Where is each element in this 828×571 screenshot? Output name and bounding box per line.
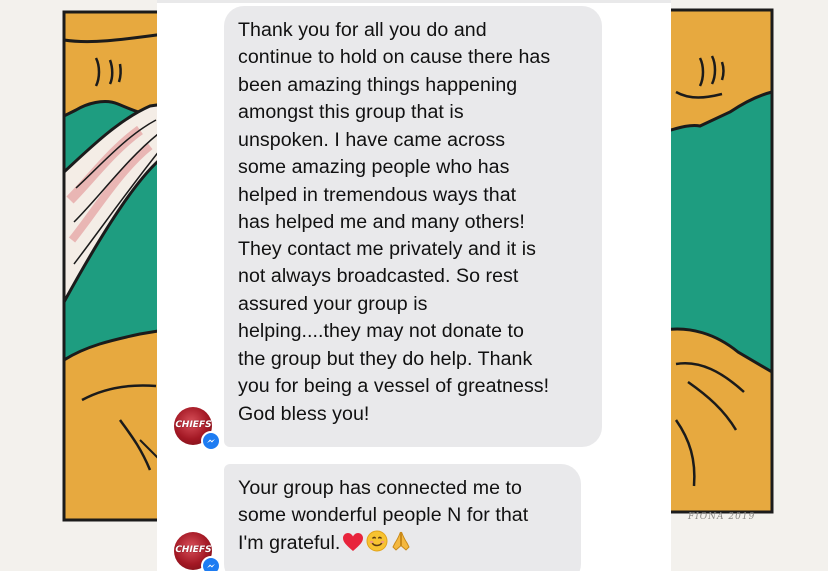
message-line: assured your group is [238, 293, 428, 315]
message-line: Thank you for all you do and [238, 19, 487, 41]
message-line: you for being a vessel of greatness! [238, 375, 550, 397]
message-line: They contact me privately and it is [238, 238, 536, 260]
message-line: I'm grateful. [238, 530, 412, 560]
folded-hands-emoji [390, 530, 412, 560]
message-line: been amazing things happening [238, 74, 518, 96]
message-line: has helped me and many others! [238, 211, 525, 233]
message-line: continue to hold on cause there has [238, 46, 551, 68]
avatar-text: CHIEFS [174, 420, 212, 430]
messenger-chat-panel: Thank you for all you do and continue to… [157, 0, 671, 571]
avatar-text: CHIEFS [174, 545, 212, 555]
message-line: God bless you! [238, 403, 370, 425]
message-line: not always broadcasted. So rest [238, 265, 519, 287]
message-line: unspoken. I have came across [238, 129, 506, 151]
message-line: the group but they do help. Thank [238, 348, 533, 370]
message-line: some wonderful people N for that [238, 504, 529, 526]
message-line: helped in tremendous ways that [238, 184, 517, 206]
messenger-icon [201, 556, 221, 571]
top-divider [157, 0, 671, 3]
message-line: Your group has connected me to [238, 477, 522, 499]
message-line: some amazing people who has [238, 156, 510, 178]
message-text: I'm grateful. [238, 532, 341, 554]
message-line: amongst this group that is [238, 101, 464, 123]
smiling-face-emoji [366, 530, 388, 560]
artist-signature: FIONA 2019 [688, 512, 756, 522]
message-line: helping....they may not donate to [238, 320, 524, 342]
heart-emoji [342, 532, 364, 560]
message-bubble[interactable]: Thank you for all you do and continue to… [224, 6, 602, 447]
messenger-icon [201, 431, 221, 451]
message-bubble[interactable]: Your group has connected me to some wond… [224, 464, 581, 571]
